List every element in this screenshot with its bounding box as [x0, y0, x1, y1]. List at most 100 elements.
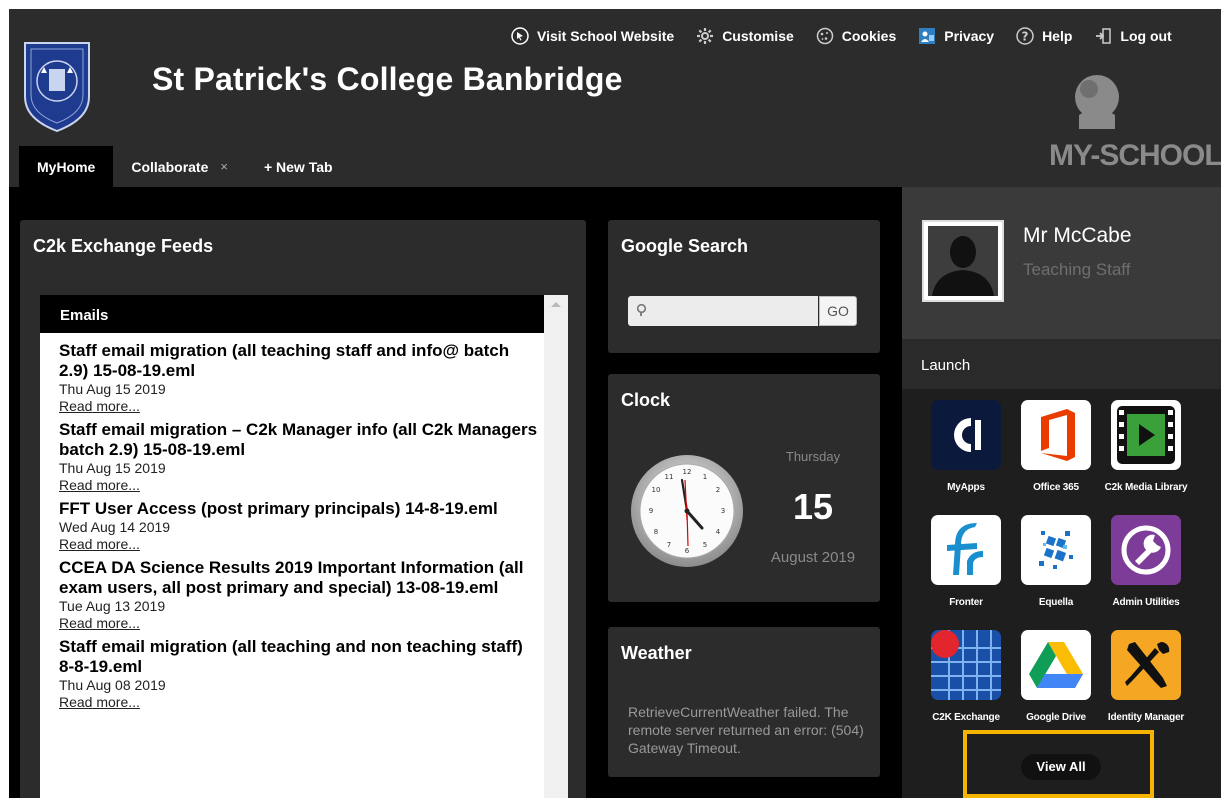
user-profile: Mr McCabe Teaching Staff [902, 187, 1221, 339]
privacy-link[interactable]: Privacy [918, 27, 994, 45]
weather-panel: Weather RetrieveCurrentWeather failed. T… [608, 627, 880, 777]
app-label: MyApps [947, 482, 985, 493]
email-list: Staff email migration (all teaching staf… [59, 341, 541, 716]
read-more-link[interactable]: Read more... [59, 477, 541, 493]
app-google-drive[interactable]: Google Drive [1011, 630, 1101, 723]
visit-school-website-link[interactable]: Visit School Website [511, 27, 674, 45]
app-equella[interactable]: Equella [1011, 515, 1101, 608]
app-label: Identity Manager [1107, 712, 1185, 723]
admin-utilities-icon [1111, 515, 1181, 585]
svg-text:7: 7 [667, 541, 671, 549]
customise-link[interactable]: Customise [696, 27, 794, 45]
email-title[interactable]: Staff email migration – C2k Manager info… [59, 420, 541, 460]
profile-name: Mr McCabe [1023, 224, 1132, 247]
fronter-icon [931, 515, 1001, 585]
svg-text:6: 6 [685, 547, 690, 555]
cursor-icon [511, 27, 529, 45]
app-label: Fronter [949, 597, 983, 608]
tab-myhome[interactable]: MyHome [19, 146, 114, 187]
app-c2k-media-library[interactable]: C2k Media Library [1101, 400, 1191, 493]
school-crest-icon [24, 42, 90, 133]
read-more-link[interactable]: Read more... [59, 615, 541, 631]
tab-collaborate[interactable]: Collaborate × [113, 146, 246, 187]
app-office-365[interactable]: Office 365 [1011, 400, 1101, 493]
cookies-link[interactable]: Cookies [816, 27, 896, 45]
app-label: Office 365 [1033, 482, 1079, 493]
avatar-silhouette-icon [928, 226, 998, 296]
app-identity-manager[interactable]: Identity Manager [1101, 630, 1191, 723]
log-out-link[interactable]: Log out [1094, 27, 1172, 45]
view-all-button[interactable]: View All [1021, 754, 1101, 780]
portal-window: St Patrick's College Banbridge Visit Sch… [9, 9, 1221, 798]
svg-text:12: 12 [683, 468, 692, 476]
right-sidebar: Mr McCabe Teaching Staff Launch MyApps O… [902, 187, 1221, 798]
read-more-link[interactable]: Read more... [59, 398, 541, 414]
app-admin-utilities[interactable]: Admin Utilities [1101, 515, 1191, 608]
app-myapps[interactable]: MyApps [921, 400, 1011, 493]
visit-school-website-label: Visit School Website [537, 28, 675, 44]
logout-icon [1094, 27, 1112, 45]
clock-date: 15 [792, 486, 834, 527]
search-icon [636, 303, 647, 316]
help-icon: ? [1016, 27, 1034, 45]
svg-text:2: 2 [716, 486, 720, 494]
equella-icon [1021, 515, 1091, 585]
email-title[interactable]: Staff email migration (all teaching and … [59, 637, 541, 677]
clock-day: Thursday [785, 449, 841, 464]
email-date: Tue Aug 13 2019 [59, 598, 166, 614]
cookie-icon [816, 27, 834, 45]
email-title[interactable]: CCEA DA Science Results 2019 Important I… [59, 558, 541, 598]
my-school-globe-icon [1075, 75, 1119, 129]
svg-text:5: 5 [703, 541, 707, 549]
google-search-panel: Google Search GO [608, 220, 880, 353]
my-school-logo-text: MY-SCHOOL [1049, 139, 1221, 172]
tab-new[interactable]: + New Tab [246, 146, 351, 187]
email-title[interactable]: Staff email migration (all teaching staf… [59, 341, 541, 381]
weather-title: Weather [621, 643, 692, 663]
emails-header: Emails [40, 295, 544, 333]
profile-role: Teaching Staff [1023, 260, 1131, 279]
tab-myhome-label: MyHome [37, 158, 96, 175]
exchange-feeds-title: C2k Exchange Feeds [33, 236, 214, 256]
media-library-icon [1111, 400, 1181, 470]
scroll-up-icon[interactable] [551, 302, 561, 307]
launch-title: Launch [921, 357, 971, 374]
help-label: Help [1042, 28, 1073, 44]
app-label: C2K Exchange [932, 712, 1000, 723]
app-c2k-exchange[interactable]: C2K Exchange [921, 630, 1011, 723]
search-input[interactable] [628, 296, 818, 326]
list-item: Staff email migration (all teaching staf… [59, 341, 541, 414]
emails-box: Emails Staff email migration (all teachi… [40, 295, 568, 798]
app-label: Admin Utilities [1112, 597, 1180, 608]
list-item: CCEA DA Science Results 2019 Important I… [59, 558, 541, 631]
read-more-link[interactable]: Read more... [59, 536, 541, 552]
avatar[interactable] [922, 220, 1004, 302]
tab-bar: MyHome Collaborate × + New Tab [19, 146, 351, 187]
email-date: Thu Aug 15 2019 [59, 460, 166, 476]
email-date: Wed Aug 14 2019 [59, 519, 171, 535]
email-date: Thu Aug 08 2019 [59, 677, 166, 693]
svg-text:10: 10 [652, 486, 661, 494]
read-more-link[interactable]: Read more... [59, 694, 541, 710]
exchange-feeds-panel: C2k Exchange Feeds Emails Staff email mi… [20, 220, 586, 798]
help-link[interactable]: ? Help [1016, 27, 1072, 45]
svg-text:1: 1 [703, 473, 707, 481]
log-out-label: Log out [1120, 28, 1172, 44]
my-school-logo: MY-SCHOOL [1049, 67, 1221, 179]
close-icon[interactable]: × [220, 159, 228, 174]
svg-text:4: 4 [716, 528, 721, 536]
app-fronter[interactable]: Fronter [921, 515, 1011, 608]
clock-panel: Clock 12 1 2 345 678 9 10 11 Thursday 15 Aug [608, 374, 880, 602]
app-label: C2k Media Library [1104, 482, 1188, 493]
email-title[interactable]: FFT User Access (post primary principals… [59, 499, 541, 519]
office-365-icon [1021, 400, 1091, 470]
svg-text:11: 11 [665, 473, 674, 481]
myapps-icon [931, 400, 1001, 470]
emails-scrollbar[interactable] [544, 295, 568, 798]
svg-text:8: 8 [654, 528, 658, 536]
app-label: Equella [1038, 597, 1074, 608]
svg-text:9: 9 [649, 507, 653, 515]
privacy-icon [918, 27, 936, 45]
top-links: Visit School Website Customise Cookies P… [511, 27, 1172, 45]
search-go-button[interactable]: GO [819, 296, 857, 326]
